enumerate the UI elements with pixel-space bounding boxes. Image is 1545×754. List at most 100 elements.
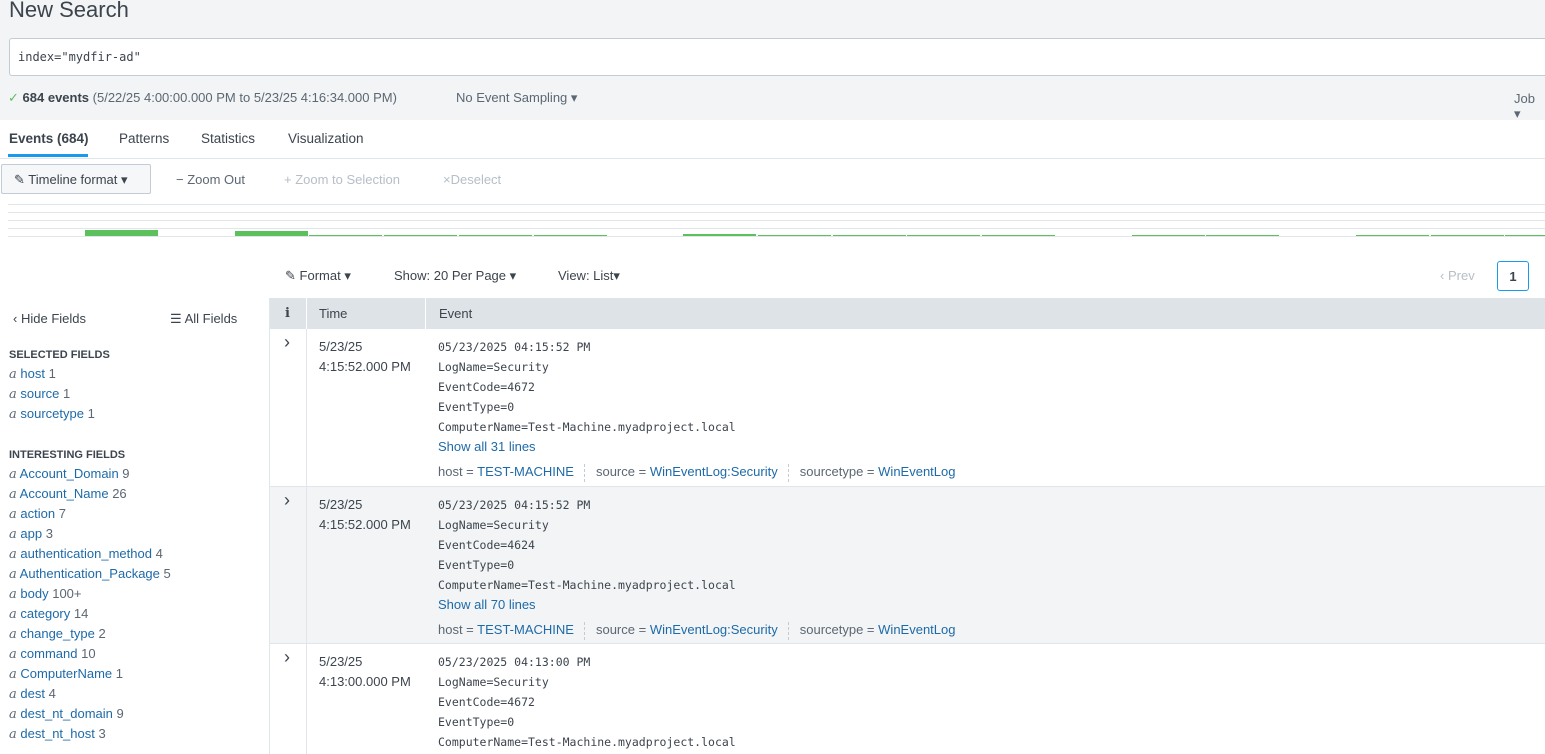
time-column-header[interactable]: Time [319, 306, 347, 321]
tab-patterns[interactable]: Patterns [119, 131, 169, 146]
meta-key-host: host = [438, 464, 474, 479]
field-item[interactable]: a app 3 [9, 526, 53, 546]
chevron-right-icon[interactable]: › [284, 332, 290, 353]
meta-value-host[interactable]: TEST-MACHINE [477, 464, 574, 479]
field-name: Account_Name [19, 486, 109, 501]
field-name: host [20, 366, 45, 381]
caret-down-icon: ▾ [344, 268, 351, 283]
field-item[interactable]: a Account_Name 26 [9, 486, 127, 506]
meta-key-sourcetype: sourcetype = [799, 464, 875, 479]
chevron-right-icon[interactable]: › [284, 647, 290, 668]
field-name: dest [20, 686, 45, 701]
event-line: EventType=0 [438, 400, 515, 414]
table-header: i Time Event [270, 298, 1545, 329]
field-name: action [20, 506, 56, 521]
field-item[interactable]: a authentication_method 4 [9, 546, 163, 566]
field-type-icon: a [9, 667, 17, 682]
timeline-bar[interactable] [384, 235, 457, 236]
timeline-bar[interactable] [757, 235, 831, 236]
show-all-lines-link[interactable]: Show all 31 lines [438, 437, 955, 457]
search-input[interactable]: index="mydfir-ad" [9, 38, 1545, 76]
event-text: 05/23/2025 04:13:00 PM LogName=Security Ev… [438, 652, 736, 752]
meta-divider [583, 621, 586, 640]
view-dropdown[interactable]: View: List▾ [558, 268, 620, 284]
field-item[interactable]: a Account_Domain 9 [9, 466, 130, 486]
field-type-icon: a [9, 707, 17, 722]
field-item[interactable]: a action 7 [9, 506, 66, 526]
field-type-icon: a [9, 407, 17, 422]
page-1-button[interactable]: 1 [1497, 261, 1529, 291]
event-line: ComputerName=Test-Machine.myadproject.lo… [438, 578, 736, 592]
field-item[interactable]: a ComputerName 1 [9, 666, 123, 686]
zoom-out-button[interactable]: − Zoom Out [176, 172, 245, 187]
timeline-bar[interactable] [1355, 235, 1429, 236]
all-fields-button[interactable]: ☰ All Fields [170, 311, 237, 327]
hide-fields-button[interactable]: ‹ Hide Fields [13, 311, 86, 326]
event-sampling-dropdown[interactable]: No Event Sampling ▾ [456, 90, 577, 106]
timeline-bar[interactable] [85, 230, 158, 236]
meta-value-source[interactable]: WinEventLog:Security [650, 464, 778, 479]
timeline-bar[interactable] [982, 235, 1055, 236]
meta-value-host[interactable]: TEST-MACHINE [477, 622, 574, 637]
field-count: 26 [112, 486, 127, 501]
tab-visualization[interactable]: Visualization [288, 131, 364, 146]
timeline-bar[interactable] [309, 235, 383, 236]
meta-value-sourcetype[interactable]: WinEventLog [878, 464, 955, 479]
timeline-format-button[interactable]: ✎ Timeline format ▾ [1, 164, 151, 194]
field-item[interactable]: a host 1 [9, 366, 56, 386]
meta-value-source[interactable]: WinEventLog:Security [650, 622, 778, 637]
timeline-bar[interactable] [1430, 235, 1504, 236]
job-menu[interactable]: Job ▾ [1514, 91, 1545, 122]
field-item[interactable]: a dest 4 [9, 686, 56, 706]
field-item[interactable]: a body 100+ [9, 586, 82, 606]
event-date: 5/23/25 [319, 654, 363, 669]
field-type-icon: a [9, 487, 17, 502]
meta-value-sourcetype[interactable]: WinEventLog [878, 622, 955, 637]
chevron-right-icon[interactable]: › [284, 490, 290, 511]
event-row: › 5/23/25 4:15:52.000 PM 05/23/2025 04:15:5… [270, 486, 1545, 644]
deselect-button[interactable]: ×Deselect [443, 172, 501, 187]
timeline-bar[interactable] [1505, 235, 1545, 236]
field-item[interactable]: a dest_nt_host 3 [9, 726, 106, 746]
timeline-chart[interactable] [0, 199, 1545, 244]
field-item[interactable]: a category 14 [9, 606, 88, 626]
timeline-bar[interactable] [533, 235, 607, 236]
field-type-icon: a [9, 727, 17, 742]
event-line: ComputerName=Test-Machine.myadproject.lo… [438, 735, 736, 749]
per-page-dropdown[interactable]: Show: 20 Per Page ▾ [394, 268, 516, 284]
field-item[interactable]: a sourcetype 1 [9, 406, 95, 426]
format-dropdown[interactable]: ✎ Format ▾ [285, 268, 351, 284]
event-row: › 5/23/25 4:13:00.000 PM 05/23/2025 04:13:0… [270, 643, 1545, 754]
field-item[interactable]: a dest_nt_domain 9 [9, 706, 124, 726]
events-table: i Time Event › 5/23/25 4:15:52.000 PM 05/23… [270, 298, 1545, 754]
field-type-icon: a [9, 387, 17, 402]
field-item[interactable]: a change_type 2 [9, 626, 106, 646]
field-item[interactable]: a source 1 [9, 386, 70, 406]
field-count: 1 [87, 406, 95, 421]
pencil-icon: ✎ [285, 268, 296, 283]
timeline-bar[interactable] [234, 231, 308, 236]
event-line: LogName=Security [438, 360, 549, 374]
timeline-bar[interactable] [458, 235, 532, 236]
time-range: (5/22/25 4:00:00.000 PM to 5/23/25 4:16:… [92, 90, 397, 105]
event-column-header[interactable]: Event [439, 306, 472, 321]
field-item[interactable]: a command 10 [9, 646, 96, 666]
field-name: body [20, 586, 49, 601]
tab-events[interactable]: Events (684) [9, 131, 89, 146]
timeline-bar[interactable] [1131, 235, 1205, 236]
caret-down-icon: ▾ [1514, 106, 1521, 121]
field-item[interactable]: a Authentication_Package 5 [9, 566, 171, 586]
event-meta: host = TEST-MACHINE source = WinEventLog:… [438, 620, 955, 640]
show-all-lines-link[interactable]: Show all 70 lines [438, 595, 955, 615]
prev-page-button[interactable]: ‹ Prev [1440, 268, 1475, 283]
timeline-bar[interactable] [683, 234, 756, 236]
expand-column: › [270, 644, 307, 754]
timeline-bar[interactable] [907, 235, 981, 236]
timeline-gridline [8, 212, 1545, 213]
zoom-to-selection-button[interactable]: + Zoom to Selection [284, 172, 400, 187]
tab-statistics[interactable]: Statistics [201, 131, 255, 146]
timeline-bar[interactable] [832, 235, 906, 236]
info-column-header[interactable]: i [285, 306, 290, 321]
field-count: 14 [73, 606, 89, 621]
timeline-bar[interactable] [1206, 235, 1280, 236]
